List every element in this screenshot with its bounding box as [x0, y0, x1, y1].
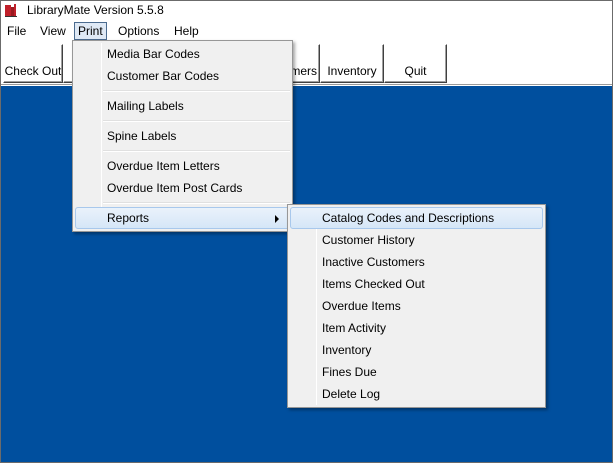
menu-help[interactable]: Help — [171, 22, 202, 40]
title-bar: LibraryMate Version 5.5.8 — [1, 1, 612, 21]
menu-item-catalog-codes[interactable]: Catalog Codes and Descriptions — [290, 207, 543, 229]
menu-item-reports[interactable]: Reports — [75, 207, 290, 229]
menu-separator — [103, 150, 290, 152]
menu-item-mailing-labels[interactable]: Mailing Labels — [75, 95, 290, 117]
menu-separator — [103, 120, 290, 122]
menu-item-media-bar-codes[interactable]: Media Bar Codes — [75, 43, 290, 65]
menu-separator — [103, 90, 290, 92]
submenu-arrow-icon — [275, 215, 279, 223]
inventory-button[interactable]: Inventory — [320, 44, 384, 83]
menu-item-inactive-customers[interactable]: Inactive Customers — [290, 251, 543, 273]
menu-bar: File View Print Options Help — [1, 21, 612, 41]
reports-submenu: Catalog Codes and Descriptions Customer … — [287, 204, 546, 408]
menu-item-overdue-items[interactable]: Overdue Items — [290, 295, 543, 317]
menu-print[interactable]: Print — [74, 22, 107, 40]
menu-item-reports-label: Reports — [107, 211, 150, 225]
menu-file[interactable]: File — [4, 22, 29, 40]
menu-item-spine-labels[interactable]: Spine Labels — [75, 125, 290, 147]
quit-button[interactable]: Quit — [384, 44, 447, 83]
menu-item-customer-bar-codes[interactable]: Customer Bar Codes — [75, 65, 290, 87]
menu-options[interactable]: Options — [115, 22, 162, 40]
print-menu: Media Bar Codes Customer Bar Codes Maili… — [72, 40, 293, 232]
menu-item-overdue-item-post-cards[interactable]: Overdue Item Post Cards — [75, 177, 290, 199]
menu-item-customer-history[interactable]: Customer History — [290, 229, 543, 251]
menu-separator — [103, 202, 290, 204]
menu-item-inventory[interactable]: Inventory — [290, 339, 543, 361]
menu-item-item-activity[interactable]: Item Activity — [290, 317, 543, 339]
library-app-icon — [5, 4, 17, 17]
menu-view[interactable]: View — [37, 22, 69, 40]
menu-item-items-checked-out[interactable]: Items Checked Out — [290, 273, 543, 295]
menu-item-overdue-item-letters[interactable]: Overdue Item Letters — [75, 155, 290, 177]
menu-item-delete-log[interactable]: Delete Log — [290, 383, 543, 405]
app-window: LibraryMate Version 5.5.8 File View Prin… — [0, 0, 613, 463]
check-out-button[interactable]: Check Out — [3, 44, 63, 83]
window-title: LibraryMate Version 5.5.8 — [27, 3, 164, 17]
menu-item-fines-due[interactable]: Fines Due — [290, 361, 543, 383]
